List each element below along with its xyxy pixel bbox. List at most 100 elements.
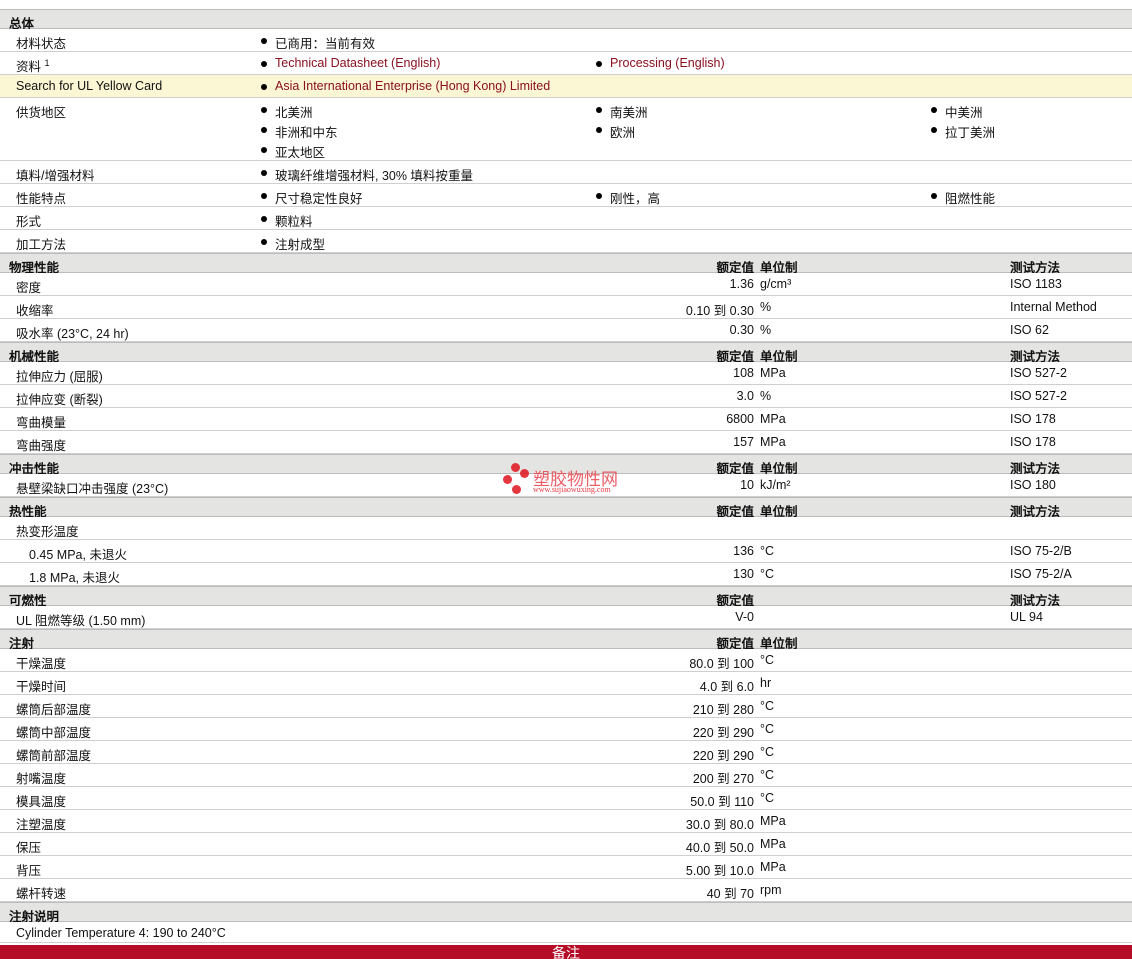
property-row: 螺筒前部温度 220 到 290 °C xyxy=(0,741,1132,764)
property-value: 南美洲 xyxy=(595,102,648,121)
footnote-marker: 1 xyxy=(44,57,50,68)
section-header-general: 总体 xyxy=(0,9,1132,31)
property-unit: rpm xyxy=(760,883,782,897)
property-unit: MPa xyxy=(760,837,786,851)
test-method: ISO 62 xyxy=(1010,323,1049,337)
property-label: 弯曲强度 xyxy=(16,439,67,453)
property-value: 尺寸稳定性良好 xyxy=(260,188,363,207)
property-unit: hr xyxy=(760,676,772,690)
test-method: ISO 178 xyxy=(1010,412,1056,426)
property-row: 保压 40.0 到 50.0 MPa xyxy=(0,833,1132,856)
property-label: 加工方法 xyxy=(16,238,67,252)
property-row: 性能特点 尺寸稳定性良好 刚性，高 阻燃性能 xyxy=(0,184,1132,207)
section-header: 热性能 额定值 单位制 测试方法 xyxy=(0,497,1132,519)
property-unit: MPa xyxy=(760,814,786,828)
section-header: 物理性能 额定值 单位制 测试方法 xyxy=(0,253,1132,275)
property-row: Search for UL Yellow Card Asia Internatio… xyxy=(0,75,1132,98)
property-row: 热变形温度 xyxy=(0,517,1132,540)
property-row: 螺筒后部温度 210 到 280 °C xyxy=(0,695,1132,718)
property-label: 热变形温度 xyxy=(16,525,79,539)
test-method: ISO 180 xyxy=(1010,478,1056,492)
watermark-logo: 塑胶物性网 www.sujiaowuxing.com xyxy=(503,463,633,497)
property-row: Cylinder Temperature 4: 190 to 240°C xyxy=(0,922,1132,943)
property-value: 1.36 xyxy=(729,277,754,291)
property-value: 颗粒料 xyxy=(260,211,313,230)
property-unit: °C xyxy=(760,653,775,667)
property-row: 密度 1.36 g/cm³ ISO 1183 xyxy=(0,273,1132,296)
datasheet-link[interactable]: Technical Datasheet (English) xyxy=(260,56,440,70)
property-unit: % xyxy=(760,389,772,403)
property-unit: °C xyxy=(760,745,775,759)
section-header: 注射说明 xyxy=(0,902,1132,924)
test-method: ISO 527-2 xyxy=(1010,366,1067,380)
section-header: 可燃性 额定值 测试方法 xyxy=(0,586,1132,608)
property-label: 0.45 MPa, 未退火 xyxy=(29,548,127,562)
property-label: UL 阻燃等级 (1.50 mm) xyxy=(16,614,146,628)
property-label: 悬壁梁缺口冲击强度 (23°C) xyxy=(16,482,169,496)
section-header: 机械性能 额定值 单位制 测试方法 xyxy=(0,342,1132,364)
property-unit: % xyxy=(760,323,772,337)
property-unit: MPa xyxy=(760,366,786,380)
property-value: 0.10 到 0.30 xyxy=(685,304,754,318)
property-row: 材料状态 已商用：当前有效 xyxy=(0,29,1132,52)
property-value: 80.0 到 100 xyxy=(689,657,754,671)
property-value: 200 到 270 xyxy=(692,772,754,786)
property-value: 210 到 280 xyxy=(692,703,754,717)
property-row: 射嘴温度 200 到 270 °C xyxy=(0,764,1132,787)
property-value: 已商用：当前有效 xyxy=(260,33,375,52)
property-label: 螺筒中部温度 xyxy=(16,726,92,740)
property-row: 螺筒中部温度 220 到 290 °C xyxy=(0,718,1132,741)
property-row: 0.45 MPa, 未退火 136 °C ISO 75-2/B xyxy=(0,540,1132,563)
property-unit: MPa xyxy=(760,435,786,449)
property-value: 注射成型 xyxy=(260,234,325,253)
property-label: Search for UL Yellow Card xyxy=(16,79,163,93)
property-row: 填料/增强材料 玻璃纤维增强材料, 30% 填料按重量 xyxy=(0,161,1132,184)
property-label: 螺筒前部温度 xyxy=(16,749,92,763)
property-value: 非洲和中东 xyxy=(260,122,338,141)
property-unit: MPa xyxy=(760,860,786,874)
property-label: 背压 xyxy=(16,864,42,878)
property-label: 资料 xyxy=(16,60,42,74)
property-label: 螺杆转速 xyxy=(16,887,67,901)
property-value: 220 到 290 xyxy=(692,749,754,763)
property-value: 30.0 到 80.0 xyxy=(685,818,754,832)
property-value: 阻燃性能 xyxy=(930,188,995,207)
property-unit: °C xyxy=(760,768,775,782)
property-label: 性能特点 xyxy=(16,192,67,206)
property-row: 1.8 MPa, 未退火 130 °C ISO 75-2/A xyxy=(0,563,1132,586)
property-value: 220 到 290 xyxy=(692,726,754,740)
property-row: 加工方法 注射成型 xyxy=(0,230,1132,253)
test-method: UL 94 xyxy=(1010,610,1043,624)
property-row: 弯曲模量 6800 MPa ISO 178 xyxy=(0,408,1132,431)
property-value: 50.0 到 110 xyxy=(690,795,754,809)
property-row: 弯曲强度 157 MPa ISO 178 xyxy=(0,431,1132,454)
property-value: 欧洲 xyxy=(595,122,635,141)
property-value: 157 xyxy=(733,435,754,449)
property-label: 注塑温度 xyxy=(16,818,67,832)
property-label: 拉伸应力 (屈服) xyxy=(16,370,103,384)
property-label: 干燥时间 xyxy=(16,680,67,694)
property-label: 射嘴温度 xyxy=(16,772,67,786)
property-label-wrap: 资料 1 xyxy=(16,56,50,75)
test-method: Internal Method xyxy=(1010,300,1097,314)
property-row: 螺杆转速 40 到 70 rpm xyxy=(0,879,1132,902)
property-row: 供货地区 北美洲 南美洲 中美洲 非洲和中东 欧洲 拉丁美洲 亚太地区 xyxy=(0,98,1132,161)
property-row: 收缩率 0.10 到 0.30% Internal Method xyxy=(0,296,1132,319)
property-value: 玻璃纤维增强材料, 30% 填料按重量 xyxy=(260,165,473,184)
property-value: 130 xyxy=(733,567,754,581)
property-row: 干燥温度 80.0 到 100 °C xyxy=(0,649,1132,672)
property-label: Cylinder Temperature 4: 190 to 240°C xyxy=(16,926,226,940)
datasheet-link[interactable]: Processing (English) xyxy=(595,56,725,70)
property-row: 模具温度 50.0 到 110 °C xyxy=(0,787,1132,810)
property-label: 供货地区 xyxy=(16,106,67,120)
property-unit: °C xyxy=(760,567,775,581)
property-label: 拉伸应变 (断裂) xyxy=(16,393,103,407)
property-row: 背压 5.00 到 10.0 MPa xyxy=(0,856,1132,879)
property-value: 6800 xyxy=(726,412,754,426)
property-row: 资料 1 Technical Datasheet (English) Process… xyxy=(0,52,1132,75)
property-value: 108 xyxy=(733,366,754,380)
property-value: V-0 xyxy=(735,610,754,624)
property-label: 1.8 MPa, 未退火 xyxy=(29,571,120,585)
datasheet-link[interactable]: Asia International Enterprise (Hong Kong… xyxy=(260,79,550,93)
property-value: 136 xyxy=(733,544,754,558)
